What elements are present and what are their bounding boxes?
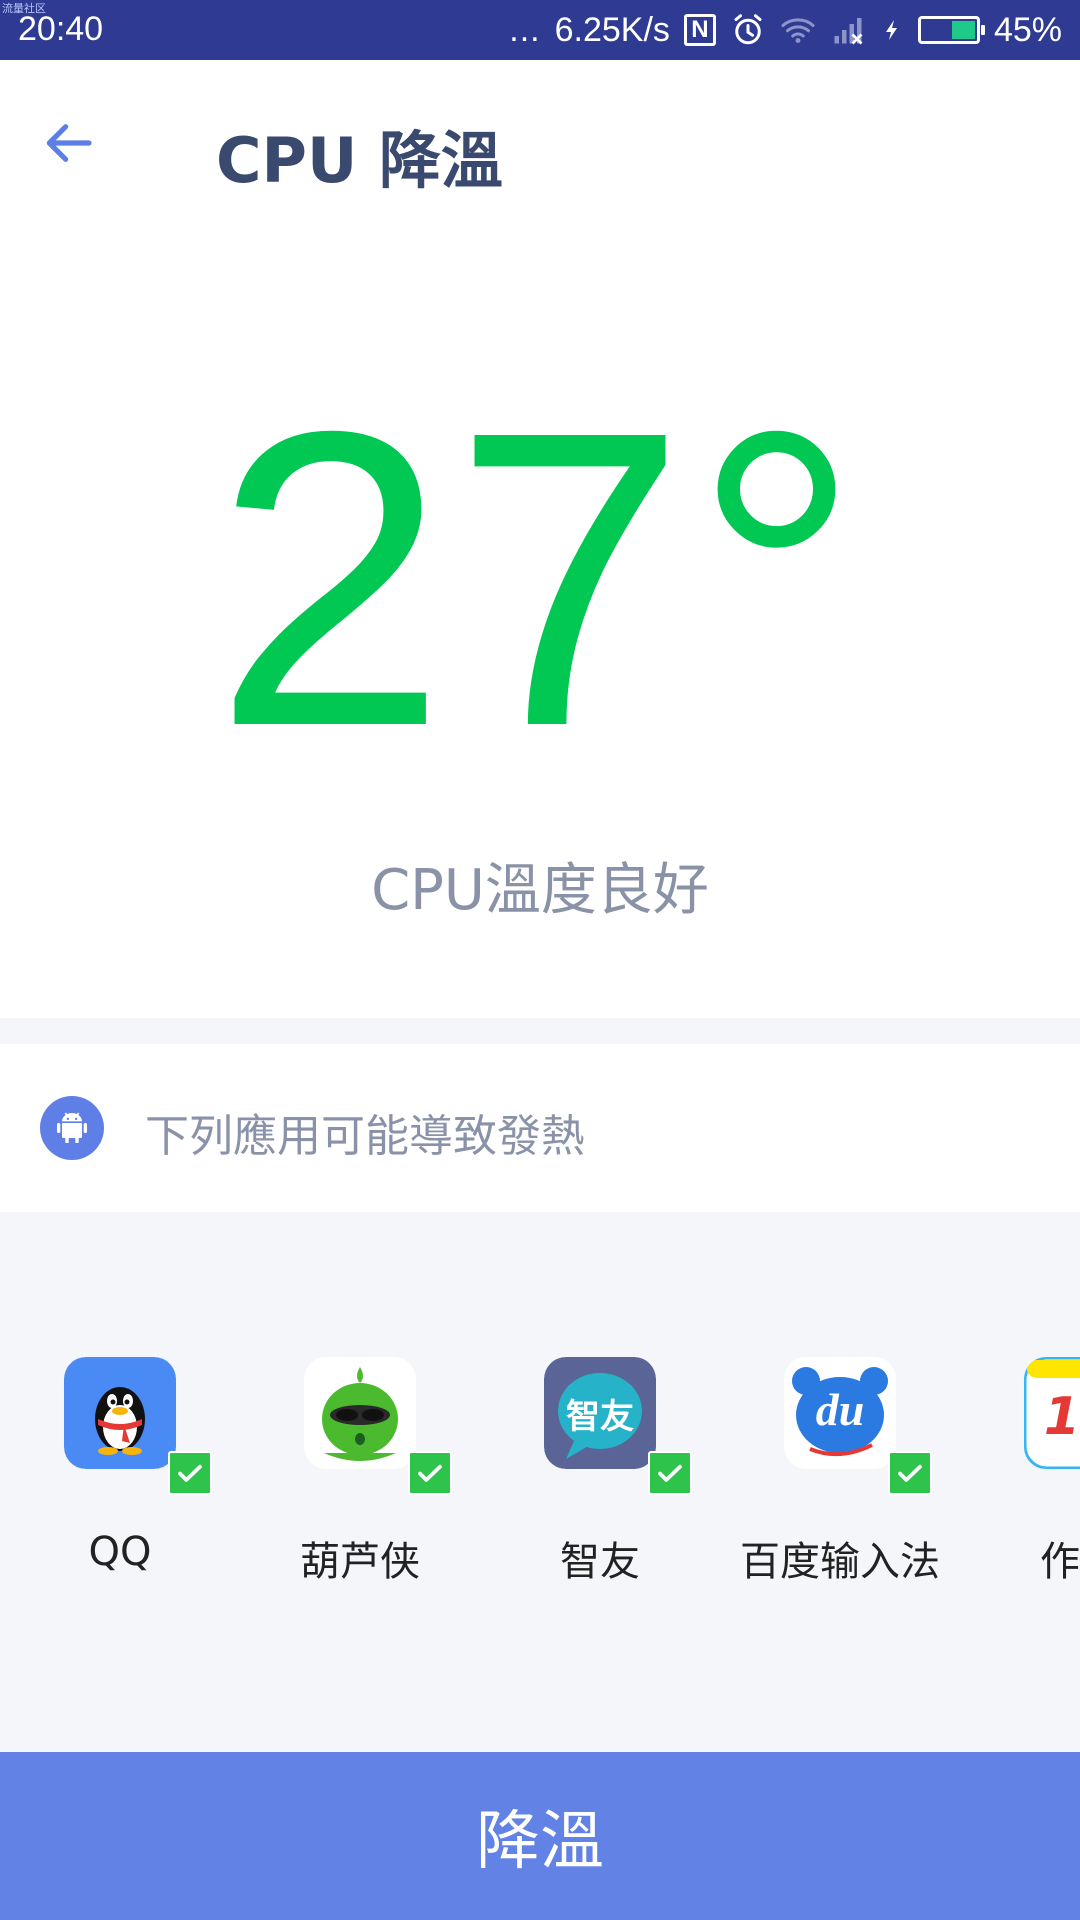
app-item-huluxia[interactable]: 葫芦侠 <box>240 1357 480 1587</box>
app-icon-wrap: 智友 <box>544 1357 692 1495</box>
app-label: 葫芦侠 <box>300 1539 420 1585</box>
status-time: 20:40 <box>18 10 104 48</box>
apps-list: QQ 葫芦侠 智友 智友 du 百度输入法 1 作 <box>0 1212 1080 1752</box>
status-dots: ... <box>509 10 541 49</box>
section-header: 下列應用可能導致發熱 <box>0 1044 1080 1212</box>
cool-down-button[interactable]: 降溫 <box>0 1752 1080 1920</box>
check-icon[interactable] <box>168 1451 212 1495</box>
app-header: CPU 降溫 <box>0 60 1080 240</box>
signal-icon <box>834 18 863 45</box>
check-icon[interactable] <box>888 1451 932 1495</box>
app-icon-wrap <box>64 1357 212 1495</box>
nfc-icon: N <box>683 14 716 46</box>
app-label: QQ <box>88 1529 152 1575</box>
alarm-icon <box>734 14 762 45</box>
app-item-zhiyou[interactable]: 智友 智友 <box>480 1357 720 1587</box>
app-icon-wrap: 10 <box>1024 1357 1080 1469</box>
charging-icon <box>885 20 897 40</box>
baidu-icon-text: du <box>815 1384 865 1435</box>
huluxia-icon <box>304 1357 416 1469</box>
screen: 流量社区 20:40 ... 6.25K/s N 45% CPU 降溫 27° … <box>0 0 1080 1920</box>
status-bar: 流量社区 20:40 ... 6.25K/s N 45% <box>0 0 1080 60</box>
app-item-qq[interactable]: QQ <box>0 1357 240 1575</box>
temperature-status: CPU溫度良好 <box>371 858 709 923</box>
temperature-value: 27° <box>213 345 867 814</box>
battery-icon <box>917 16 985 44</box>
app-label: 作业 <box>1040 1539 1080 1585</box>
qq-icon <box>64 1357 176 1469</box>
zhiyou-icon-text: 智友 <box>566 1397 634 1437</box>
check-icon[interactable] <box>408 1451 452 1495</box>
app-icon-wrap <box>304 1357 452 1495</box>
wifi-icon <box>781 18 815 43</box>
section-divider <box>0 1018 1080 1044</box>
battery-percent: 45% <box>993 10 1062 49</box>
android-icon <box>40 1096 104 1160</box>
app-label: 百度输入法 <box>740 1539 940 1585</box>
zuoye-icon: 10 <box>1024 1357 1080 1469</box>
app-icon-wrap: du <box>784 1357 932 1495</box>
app-item-zuoye[interactable]: 10 作业 <box>960 1357 1080 1587</box>
app-item-baidu-input[interactable]: du 百度输入法 <box>720 1357 960 1587</box>
zuoye-icon-text: 10 <box>1043 1387 1080 1447</box>
arrow-left-icon[interactable] <box>40 115 96 171</box>
check-icon[interactable] <box>648 1451 692 1495</box>
page-title: CPU 降溫 <box>216 124 503 197</box>
section-title: 下列應用可能導致發熱 <box>145 1111 585 1162</box>
net-speed: 6.25K/s <box>554 10 670 49</box>
status-right: ... 6.25K/s N 45% <box>509 8 1062 52</box>
battery-fill <box>951 21 975 39</box>
app-label: 智友 <box>560 1539 640 1585</box>
baidu-input-icon: du <box>784 1357 896 1469</box>
zhiyou-icon: 智友 <box>544 1357 656 1469</box>
